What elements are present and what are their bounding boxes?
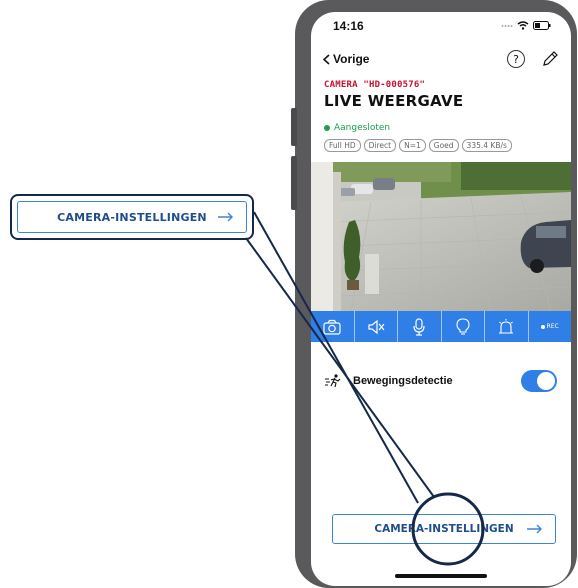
callout-line [245, 237, 435, 498]
callout-overlay [245, 211, 485, 566]
callout-line [253, 211, 419, 504]
highlight-circle [411, 492, 485, 566]
